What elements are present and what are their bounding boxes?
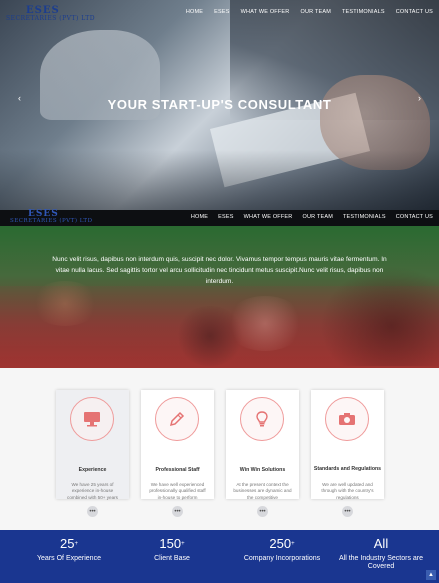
hero-title: YOUR START-UP'S CONSULTANT [107, 97, 332, 112]
feature-icon-circle [325, 397, 369, 441]
stat-plus: + [181, 541, 185, 547]
feature-title: Professional Staff [155, 467, 200, 473]
feature-card-win-win[interactable]: Win Win Solutions At the present context… [226, 390, 299, 517]
stats-section: 25+ Years Of Experience 150+ Client Base… [0, 530, 439, 583]
sticky-header: ESES SECRETARIES (PVT) LTD HOME ESES WHA… [0, 210, 439, 226]
scroll-top-button[interactable]: ▲ [426, 570, 436, 580]
nav-item-contact-us[interactable]: CONTACT US [396, 214, 433, 220]
feature-card-experience[interactable]: Experience We have 25 years of experienc… [56, 390, 129, 517]
site-logo[interactable]: ESES SECRETARIES (PVT) LTD [6, 6, 95, 22]
stat-label: All the Industry Sectors are Covered [338, 555, 424, 570]
feature-icon-circle [70, 397, 114, 441]
more-button[interactable]: ••• [87, 506, 98, 517]
hero-overlay [0, 150, 439, 210]
nav-item-home[interactable]: HOME [191, 214, 208, 220]
stat-clients: 150+ Client Base [117, 536, 227, 563]
sticky-nav: HOME ESES WHAT WE OFFER OUR TEAM TESTIMO… [191, 214, 433, 220]
chevron-up-icon: ▲ [428, 572, 434, 578]
feature-desc: At the present context the businesses ar… [233, 482, 292, 500]
site-logo[interactable]: ESES SECRETARIES (PVT) LTD [10, 210, 93, 225]
band-photo-detail [225, 296, 305, 351]
more-button[interactable]: ••• [172, 506, 183, 517]
intro-band: Nunc velit risus, dapibus non interdum q… [0, 226, 439, 368]
more-button[interactable]: ••• [257, 506, 268, 517]
stat-plus: + [74, 541, 78, 547]
more-button[interactable]: ••• [342, 506, 353, 517]
lightbulb-icon [256, 411, 268, 427]
features-section: Experience We have 25 years of experienc… [0, 368, 439, 530]
monitor-icon [84, 412, 100, 427]
nav-item-what-we-offer[interactable]: WHAT WE OFFER [244, 214, 293, 220]
feature-title: Standards and Regulations [313, 466, 382, 472]
stat-incorporations: 250+ Company Incorporations [227, 536, 337, 563]
nav-item-eses[interactable]: ESES [218, 214, 233, 220]
feature-card-standards[interactable]: Standards and Regulations We are well up… [311, 390, 384, 517]
feature-title: Experience [78, 467, 107, 473]
nav-item-eses[interactable]: ESES [214, 9, 229, 15]
feature-desc: We are well updated and through with the… [321, 482, 374, 500]
stat-years: 25+ Years Of Experience [14, 536, 124, 563]
nav-item-contact-us[interactable]: CONTACT US [396, 9, 433, 15]
band-photo-detail [30, 281, 100, 326]
feature-desc: We have well experienced professionally … [149, 482, 206, 500]
stat-number: All [373, 536, 389, 551]
feature-icon-circle [240, 397, 284, 441]
stat-number: 25 [60, 536, 75, 551]
stat-number: 250 [269, 536, 292, 551]
pencil-icon [169, 411, 185, 427]
nav-item-what-we-offer[interactable]: WHAT WE OFFER [241, 9, 290, 15]
feature-desc: We have 25 years of experience in-house … [67, 482, 118, 500]
stat-plus: + [291, 541, 295, 547]
feature-card-professional-staff[interactable]: Professional Staff We have well experien… [141, 390, 214, 517]
stat-label: Company Incorporations [243, 555, 321, 562]
logo-subtitle: SECRETARIES (PVT) LTD [6, 15, 96, 22]
stat-label: Years Of Experience [37, 555, 101, 562]
stat-label: Client Base [154, 555, 190, 562]
stat-sectors: All All the Industry Sectors are Covered [326, 536, 436, 571]
stat-number: 150 [159, 536, 182, 551]
nav-item-our-team[interactable]: OUR TEAM [302, 214, 333, 220]
nav-item-testimonials[interactable]: TESTIMONIALS [343, 214, 386, 220]
feature-icon-circle [155, 397, 199, 441]
main-nav: HOME ESES WHAT WE OFFER OUR TEAM TESTIMO… [186, 9, 433, 15]
nav-item-home[interactable]: HOME [186, 9, 203, 15]
intro-text: Nunc velit risus, dapibus non interdum q… [52, 256, 387, 285]
nav-item-testimonials[interactable]: TESTIMONIALS [342, 9, 385, 15]
feature-title: Win Win Solutions [239, 467, 286, 473]
camera-icon [339, 413, 355, 425]
nav-item-our-team[interactable]: OUR TEAM [300, 9, 331, 15]
logo-subtitle: SECRETARIES (PVT) LTD [10, 218, 93, 224]
hero-slider: ESES SECRETARIES (PVT) LTD HOME ESES WHA… [0, 0, 439, 210]
